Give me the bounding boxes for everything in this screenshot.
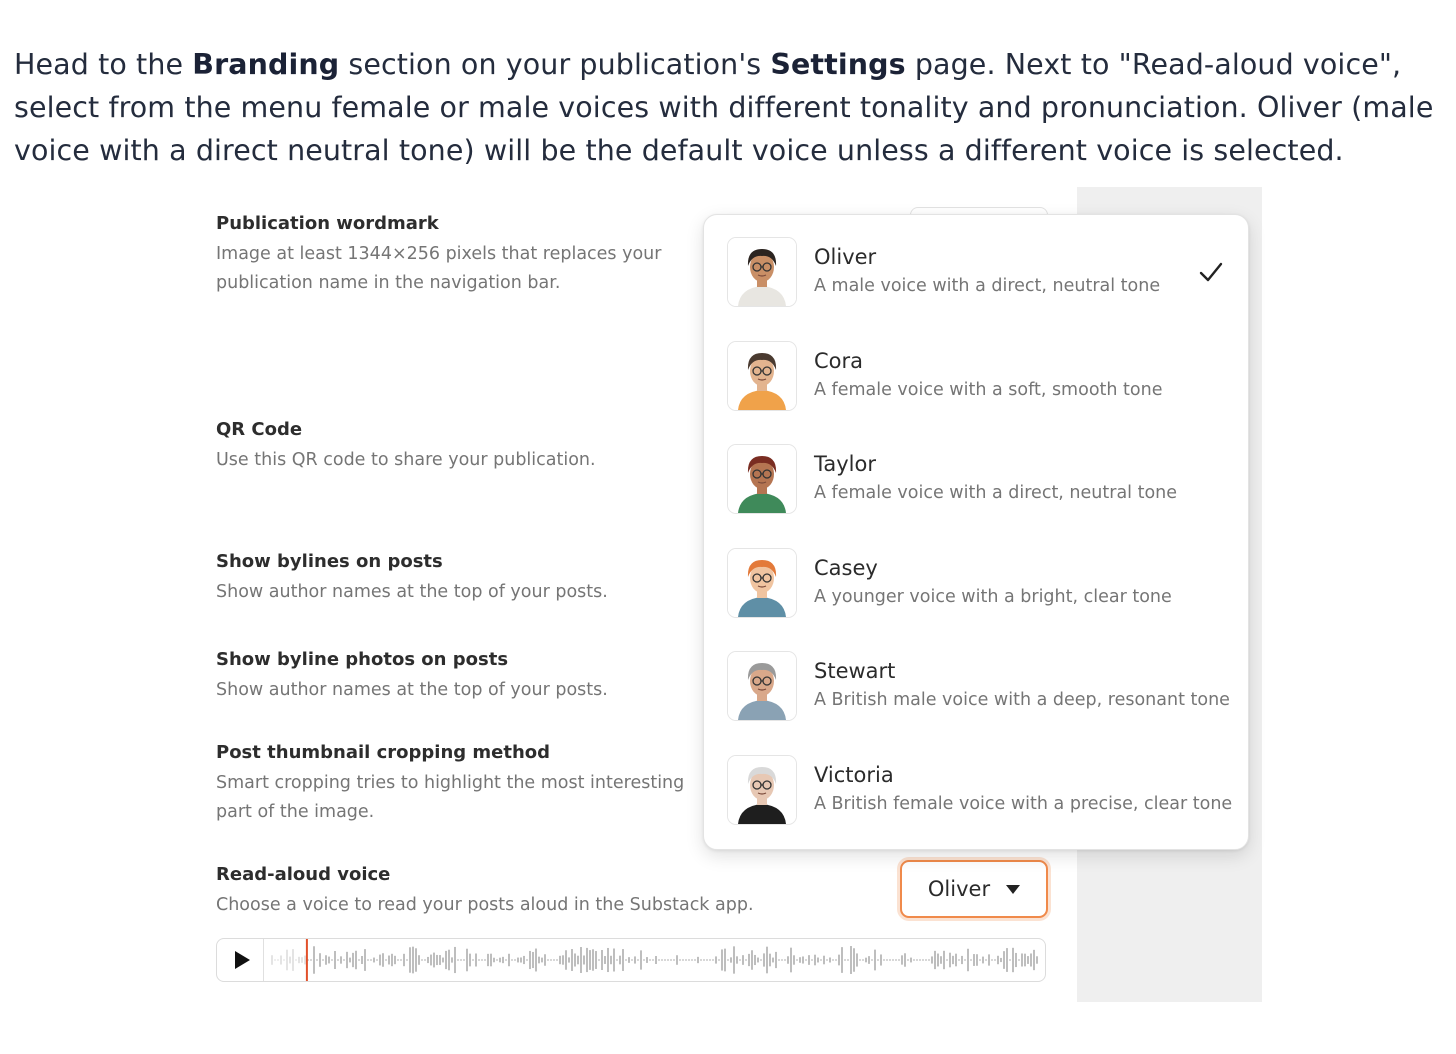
voice-name: Stewart [814, 659, 896, 683]
play-icon [234, 951, 250, 969]
avatar [727, 651, 797, 721]
voice-name: Oliver [814, 245, 877, 269]
voice-description: A female voice with a direct, neutral to… [814, 483, 1178, 503]
voice-option-stewart[interactable]: Stewart A British male voice with a deep… [704, 629, 1248, 733]
setting-desc: Smart cropping tries to highlight the mo… [216, 773, 685, 822]
avatar [727, 237, 797, 307]
voice-description: A younger voice with a bright, clear ton… [814, 587, 1172, 607]
voice-description: A British female voice with a precise, c… [814, 794, 1233, 814]
audio-player [216, 938, 1046, 982]
caret-down-icon [1006, 884, 1021, 894]
voice-option-oliver[interactable]: Oliver A male voice with a direct, neutr… [704, 215, 1248, 319]
voice-name: Victoria [814, 763, 894, 787]
voice-description: A male voice with a direct, neutral tone [814, 276, 1161, 296]
voice-option-taylor[interactable]: Taylor A female voice with a direct, neu… [704, 422, 1248, 526]
setting-read-aloud-voice: Read-aloud voice Choose a voice to read … [216, 863, 836, 920]
voice-select-value: Oliver [927, 877, 991, 901]
setting-desc: Image at least 1344×256 pixels that repl… [216, 244, 662, 293]
voice-option-victoria[interactable]: Victoria A British female voice with a p… [704, 733, 1248, 837]
intro-branding: Branding [192, 47, 340, 81]
intro-text-1: Head to the [14, 47, 193, 81]
avatar [727, 444, 797, 514]
avatar [727, 341, 797, 411]
waveform[interactable] [264, 939, 1044, 981]
setting-desc: Choose a voice to read your posts aloud … [216, 895, 754, 915]
voice-select-button[interactable]: Oliver [900, 860, 1048, 918]
checkmark-icon [1199, 262, 1223, 282]
setting-title: Read-aloud voice [216, 864, 391, 885]
voice-dropdown-menu: Oliver A male voice with a direct, neutr… [703, 214, 1249, 850]
voice-option-cora[interactable]: Cora A female voice with a soft, smooth … [704, 319, 1248, 423]
avatar [727, 755, 797, 825]
intro-settings: Settings [770, 47, 906, 81]
intro-paragraph: Head to the Branding section on your pub… [14, 43, 1444, 172]
voice-description: A British male voice with a deep, resona… [814, 690, 1230, 710]
voice-name: Casey [814, 556, 878, 580]
intro-text-2: section on your publication's [339, 47, 771, 81]
voice-name: Cora [814, 349, 864, 373]
voice-name: Taylor [814, 452, 876, 476]
voice-description: A female voice with a soft, smooth tone [814, 380, 1163, 400]
avatar [727, 548, 797, 618]
play-button[interactable] [217, 939, 264, 981]
voice-option-casey[interactable]: Casey A younger voice with a bright, cle… [704, 526, 1248, 630]
